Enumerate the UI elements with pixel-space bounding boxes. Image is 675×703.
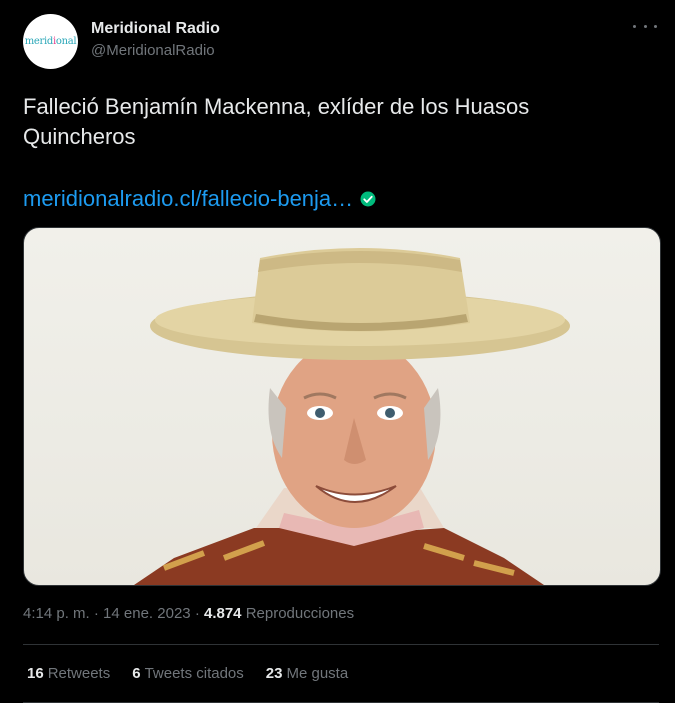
retweets-count: 16	[27, 665, 44, 682]
display-name[interactable]: Meridional Radio	[91, 19, 220, 39]
avatar[interactable]: meridional	[23, 14, 78, 69]
author-names: Meridional Radio @MeridionalRadio	[91, 19, 220, 61]
retweets-stat[interactable]: 16 Retweets	[27, 665, 110, 682]
likes-count: 23	[265, 665, 283, 682]
retweets-label: Retweets	[47, 665, 111, 682]
likes-stat[interactable]: 23 Me gusta	[266, 665, 348, 682]
tweet-date[interactable]: 14 ene. 2023	[103, 605, 191, 622]
tweet-time[interactable]: 4:14 p. m.	[23, 605, 90, 622]
views-count: 4.874	[203, 605, 242, 622]
meta-separator: ·	[194, 605, 200, 622]
verified-check-icon	[360, 191, 376, 207]
handle[interactable]: @MeridionalRadio	[91, 41, 220, 61]
link-text[interactable]: meridionalradio.cl/fallecio-benja…	[23, 186, 353, 212]
avatar-logo: meridional	[24, 36, 77, 47]
more-horizontal-icon[interactable]	[633, 18, 657, 34]
tweet-header: meridional Meridional Radio @MeridionalR…	[23, 14, 659, 70]
engagement-stats: 16 Retweets 6 Tweets citados 23 Me gusta	[27, 665, 370, 682]
quotes-label: Tweets citados	[144, 665, 244, 682]
tweet-link[interactable]: meridionalradio.cl/fallecio-benja…	[23, 186, 377, 212]
tweet-text: Falleció Benjamín Mackenna, exlíder de l…	[23, 94, 530, 149]
meta-separator: ·	[93, 605, 99, 622]
portrait-illustration	[134, 248, 570, 585]
tweet-image[interactable]	[23, 227, 661, 586]
views-label: Reproducciones	[245, 605, 355, 622]
likes-label: Me gusta	[286, 665, 349, 682]
quotes-stat[interactable]: 6 Tweets citados	[132, 665, 244, 682]
tweet-meta: 4:14 p. m. · 14 ene. 2023 · 4.874 Reprod…	[23, 605, 354, 622]
quotes-count: 6	[132, 665, 141, 682]
divider	[23, 644, 659, 645]
